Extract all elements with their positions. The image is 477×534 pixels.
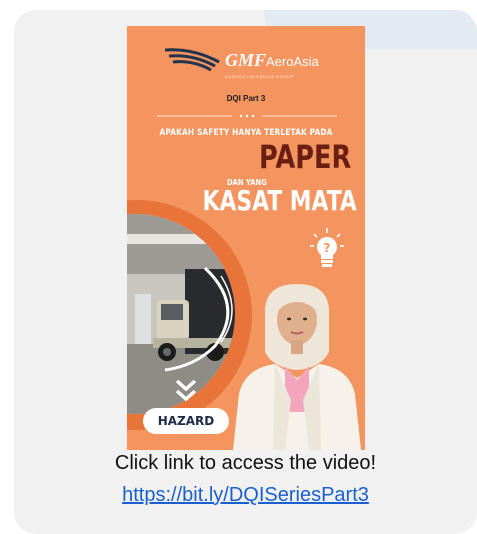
headline-question: APAKAH SAFETY HANYA TERLETAK PADA — [159, 128, 333, 138]
logo-wings-icon — [164, 48, 220, 72]
video-poster[interactable]: GMFAeroAsia GARUDA INDONESIA GROUP DQI P… — [127, 26, 365, 450]
post-card: GMFAeroAsia GARUDA INDONESIA GROUP DQI P… — [14, 10, 477, 534]
brand-main: GMF — [225, 50, 267, 70]
presenter-figure — [233, 284, 361, 450]
lightbulb-question-icon: ? — [310, 228, 344, 267]
brand-suffix: AeroAsia — [266, 54, 319, 69]
caption-text: Click link to access the video! — [114, 452, 377, 474]
brand-name: GMFAeroAsia — [225, 50, 319, 71]
part-label: DQI Part 3 — [226, 94, 266, 103]
headline-kasat-mata: KASAT MATA — [202, 184, 357, 217]
brand-tagline: GARUDA INDONESIA GROUP — [225, 74, 294, 79]
double-chevron-down-icon — [175, 379, 197, 402]
video-link[interactable]: https://bit.ly/DQISeriesPart3 — [14, 484, 477, 507]
hazard-button[interactable]: HAZARD — [143, 408, 229, 434]
headline-paper: PAPER — [258, 138, 351, 176]
svg-text:?: ? — [324, 241, 331, 255]
dotted-divider — [157, 114, 337, 118]
brand-logo: GMFAeroAsia GARUDA INDONESIA GROUP — [163, 44, 343, 84]
